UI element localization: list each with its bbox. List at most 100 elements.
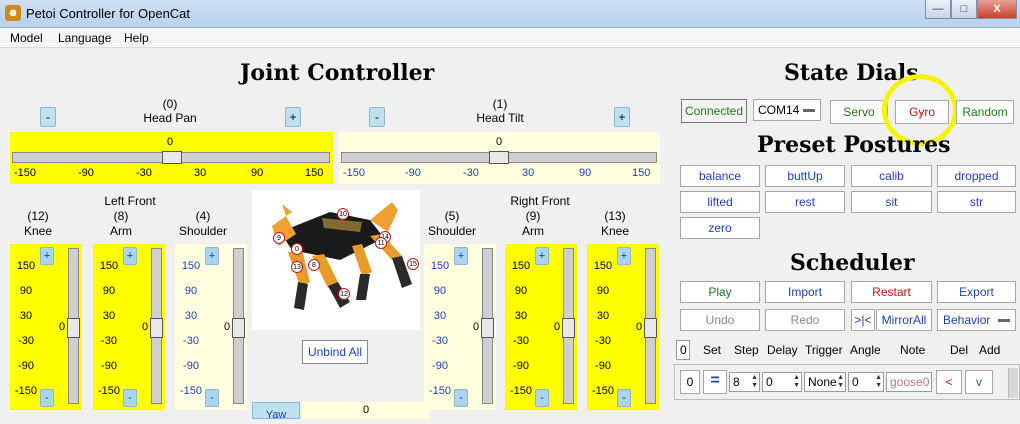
head-pan-thumb[interactable] <box>162 151 182 164</box>
joint-slider[interactable]: + -150 90 30 -30 -90 -150 0 <box>505 244 577 410</box>
joint-minus-button[interactable]: - <box>123 389 137 407</box>
posture-balance-button[interactable]: balance <box>680 165 760 187</box>
head-tilt-minus-button[interactable]: - <box>369 107 385 127</box>
head-tilt-label: Head Tilt <box>476 111 524 125</box>
head-tilt-slider[interactable]: 0 -150 -90 -30 30 90 150 <box>339 132 660 184</box>
tick-label: -90 <box>101 360 117 372</box>
menu-model[interactable]: Model <box>10 31 43 45</box>
angle-spinbox[interactable]: 0 ▲ ▼ <box>848 372 884 392</box>
joint-value: 0 <box>224 321 231 333</box>
joint-thumb[interactable] <box>644 318 657 338</box>
set-frame-button[interactable]: = <box>703 370 727 394</box>
posture-zero-button[interactable]: zero <box>680 217 760 239</box>
menu-help[interactable]: Help <box>124 31 149 45</box>
behavior-select[interactable]: Behavior <box>937 309 1016 331</box>
joint-plus-button[interactable]: + <box>205 247 219 265</box>
posture-dropped-button[interactable]: dropped <box>937 165 1016 187</box>
random-button[interactable]: Random <box>956 100 1014 124</box>
joint-plus-button[interactable]: + <box>40 247 54 265</box>
joint-slider[interactable]: + -150 90 30 -30 -90 -150 0 <box>93 244 165 410</box>
posture-str-button[interactable]: str <box>937 191 1016 213</box>
play-button[interactable]: Play <box>680 281 760 303</box>
head-pan-value: 0 <box>166 136 174 148</box>
joint-plus-button[interactable]: + <box>535 247 549 265</box>
export-button[interactable]: Export <box>937 281 1016 303</box>
tick-label: -30 <box>136 167 152 179</box>
col-delay: Delay <box>767 343 798 357</box>
frame-index-button[interactable]: 0 <box>680 370 700 394</box>
joint-thumb[interactable] <box>562 318 575 338</box>
port-select[interactable]: COM14 <box>753 99 821 121</box>
posture-buttup-button[interactable]: buttUp <box>765 165 845 187</box>
minimize-button[interactable]: — <box>925 0 951 19</box>
joint-minus-button[interactable]: - <box>617 389 631 407</box>
import-button[interactable]: Import <box>765 281 845 303</box>
scheduler-scrollbar[interactable] <box>1008 368 1018 398</box>
head-pan-slider[interactable]: 0 -150 -90 -30 30 90 150 <box>10 132 333 184</box>
joint-marker: 9 <box>273 232 285 244</box>
joint-label: Arm <box>522 224 544 238</box>
posture-calib-button[interactable]: calib <box>851 165 932 187</box>
mirror-icon[interactable]: >|< <box>851 309 875 331</box>
spin-arrows-icon[interactable]: ▲ ▼ <box>793 374 800 390</box>
joint-label: Arm <box>110 224 132 238</box>
joint-marker: 13 <box>291 261 303 273</box>
close-button[interactable]: X <box>977 0 1017 19</box>
servo-button[interactable]: Servo <box>830 100 888 124</box>
gyro-button[interactable]: Gyro <box>895 100 949 124</box>
unbind-all-button[interactable]: Unbind All <box>302 340 368 364</box>
menu-bar <box>0 28 1020 48</box>
joint-minus-button[interactable]: - <box>205 389 219 407</box>
joint-slider[interactable]: + -150 90 30 -30 -90 -150 0 <box>587 244 659 410</box>
tick-label: -150 <box>591 385 615 397</box>
delay-spinbox[interactable]: 0 ▲ ▼ <box>762 372 802 392</box>
posture-sit-button[interactable]: sit <box>851 191 932 213</box>
connected-status: Connected <box>681 99 747 123</box>
joint-slider[interactable]: + -150 90 30 -30 -90 -150 0 <box>10 244 82 410</box>
head-pan-minus-button[interactable]: - <box>40 107 56 127</box>
right-front-label: Right Front <box>510 194 570 208</box>
joint-thumb[interactable] <box>150 318 163 338</box>
tick-label: 30 <box>514 310 528 322</box>
spin-arrows-icon[interactable]: ▲ ▼ <box>875 374 882 390</box>
mirror-all-button[interactable]: MirrorAll <box>876 309 932 331</box>
tick-label: -150 <box>14 385 38 397</box>
joint-thumb[interactable] <box>232 318 245 338</box>
head-tilt-plus-button[interactable]: + <box>614 107 630 127</box>
joint-slider[interactable]: + -150 90 30 -30 -90 -150 0 <box>175 244 247 410</box>
yaw-label: Yaw <box>252 402 300 421</box>
joint-slider[interactable]: + -150 90 30 -30 -90 -150 0 <box>424 244 496 410</box>
head-tilt-thumb[interactable] <box>489 151 509 164</box>
joint-plus-button[interactable]: + <box>617 247 631 265</box>
note-field[interactable]: goose0 <box>886 372 932 392</box>
posture-lifted-button[interactable]: lifted <box>680 191 760 213</box>
tick-label: -30 <box>183 335 199 347</box>
add-frame-button[interactable]: v <box>965 370 993 394</box>
maximize-button[interactable]: □ <box>951 0 977 19</box>
tick-label: -30 <box>513 335 529 347</box>
tick-label: 30 <box>596 310 610 322</box>
delete-frame-button[interactable]: < <box>936 370 962 394</box>
step-spinbox[interactable]: 8 ▲ ▼ <box>729 372 760 392</box>
joint-minus-button[interactable]: - <box>454 389 468 407</box>
joint-plus-button[interactable]: + <box>454 247 468 265</box>
tick-label: 90 <box>184 285 198 297</box>
head-pan-plus-button[interactable]: + <box>285 107 301 127</box>
scheduler-title: Scheduler <box>790 250 915 276</box>
spin-arrows-icon[interactable]: ▲ ▼ <box>751 374 758 390</box>
joint-thumb[interactable] <box>481 318 494 338</box>
posture-rest-button[interactable]: rest <box>765 191 845 213</box>
menu-language[interactable]: Language <box>58 31 111 45</box>
restart-button[interactable]: Restart <box>851 281 932 303</box>
joint-thumb[interactable] <box>67 318 80 338</box>
trigger-spinbox[interactable]: None ▲ ▼ <box>804 372 846 392</box>
joint-plus-button[interactable]: + <box>123 247 137 265</box>
joint-minus-button[interactable]: - <box>40 389 54 407</box>
col-note: Note <box>900 343 926 357</box>
spin-arrows-icon[interactable]: ▲ ▼ <box>837 374 844 390</box>
undo-button[interactable]: Undo <box>680 309 760 331</box>
tick-label: -90 <box>513 360 529 372</box>
joint-minus-button[interactable]: - <box>535 389 549 407</box>
redo-button[interactable]: Redo <box>765 309 845 331</box>
tick-label: -90 <box>405 167 421 179</box>
